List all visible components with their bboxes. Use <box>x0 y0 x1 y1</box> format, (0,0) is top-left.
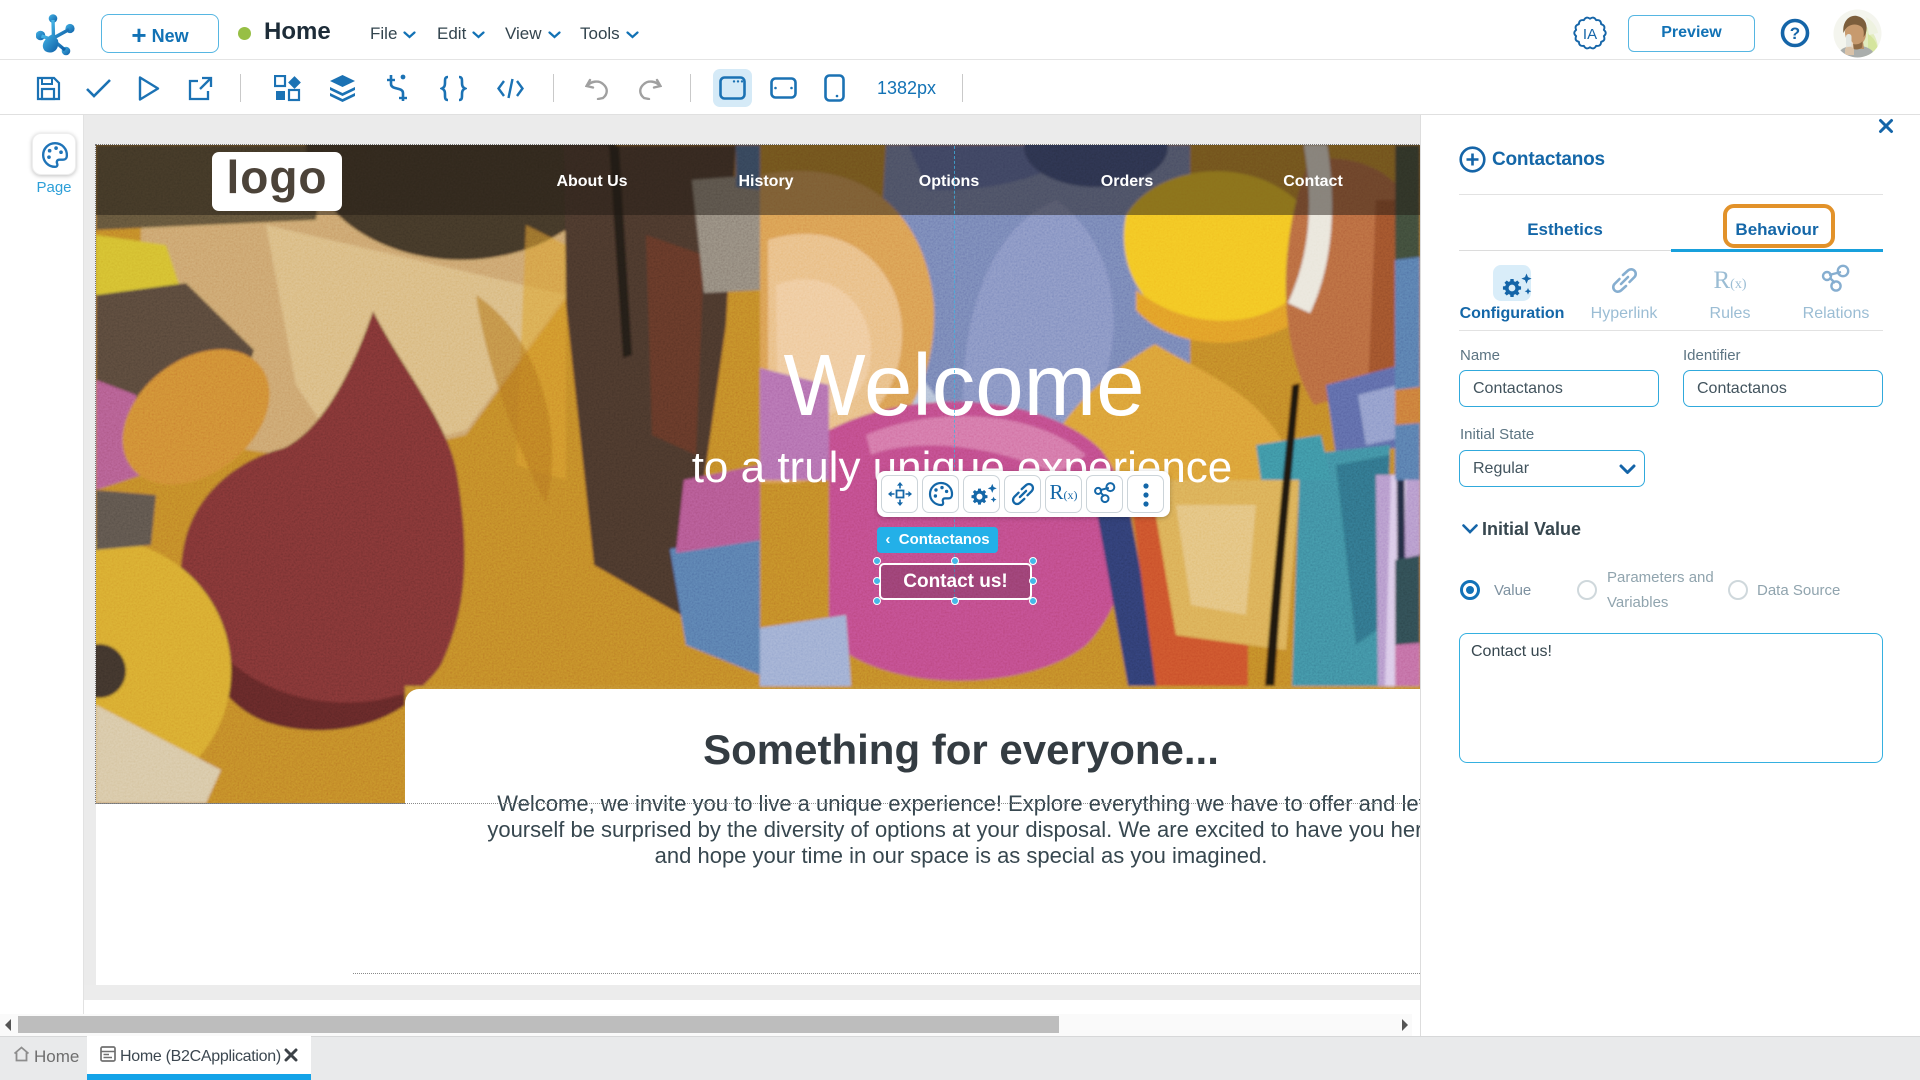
svg-text:IA: IA <box>1583 26 1597 43</box>
svg-text:?: ? <box>1790 24 1800 43</box>
